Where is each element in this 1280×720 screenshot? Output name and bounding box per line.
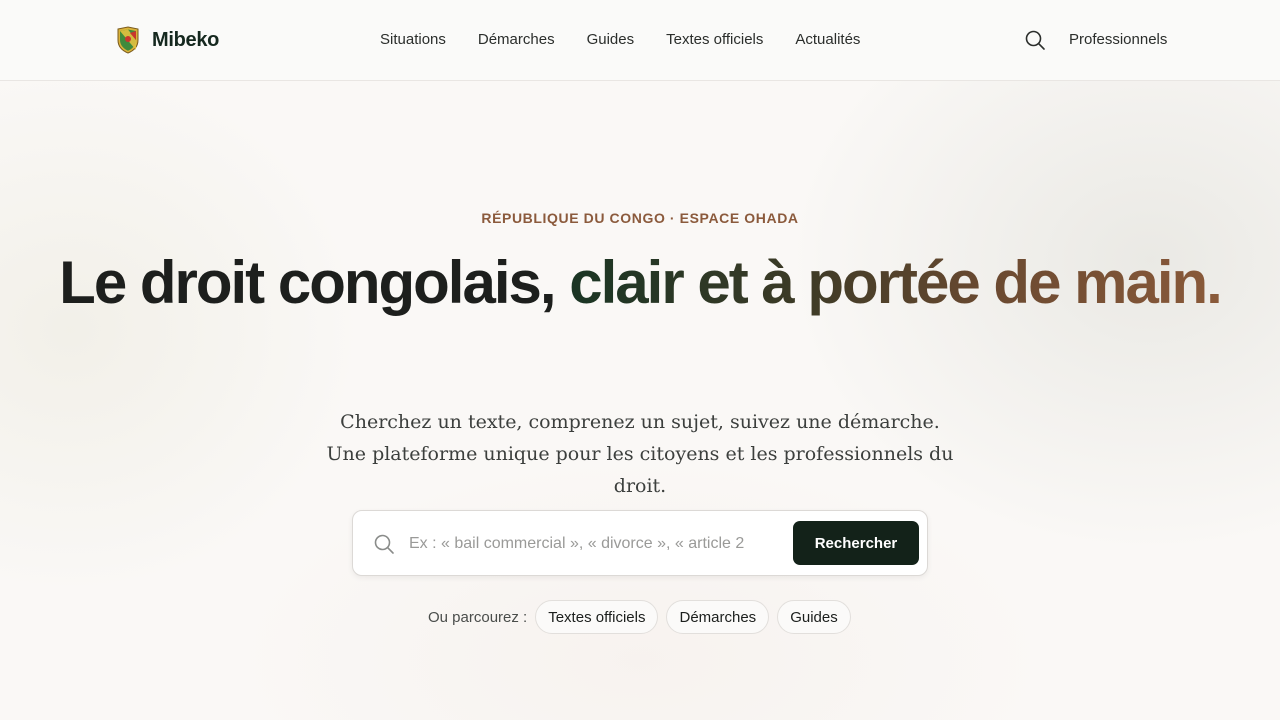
search-button[interactable]: Rechercher — [793, 521, 919, 565]
nav-actualites[interactable]: Actualités — [795, 30, 860, 50]
title-accent: clair et à portée de main. — [569, 249, 1223, 316]
brand-name: Mibeko — [152, 28, 220, 51]
search-icon[interactable] — [1024, 29, 1046, 51]
nav-situations[interactable]: Situations — [380, 30, 446, 50]
page-title: Le droit congolais, clair et à portée de… — [0, 250, 1280, 316]
browse-label: Ou parcourez : — [428, 608, 528, 626]
top-navbar: Mibeko Situations Démarches Guides Texte… — [0, 0, 1280, 81]
main-nav: Situations Démarches Guides Textes offic… — [380, 30, 892, 50]
chip-demarches[interactable]: Démarches — [666, 600, 770, 634]
search-box: Rechercher — [352, 510, 928, 576]
browse-shortcuts: Ou parcourez : Textes officiels Démarche… — [428, 600, 859, 634]
title-plain: Le droit congolais, — [59, 249, 570, 316]
nav-guides[interactable]: Guides — [587, 30, 635, 50]
search-icon — [373, 533, 395, 555]
hero-eyebrow: RÉPUBLIQUE DU CONGO · ESPACE OHADA — [481, 210, 799, 226]
chip-guides[interactable]: Guides — [777, 600, 851, 634]
nav-demarches[interactable]: Démarches — [478, 30, 555, 50]
search-input[interactable] — [409, 527, 769, 561]
coat-of-arms-icon — [116, 26, 140, 54]
brand-link[interactable]: Mibeko — [116, 25, 219, 55]
chip-textes-officiels[interactable]: Textes officiels — [535, 600, 659, 634]
professionnels-link[interactable]: Professionnels — [1069, 30, 1167, 50]
hero-lead: Cherchez un texte, comprenez un sujet, s… — [326, 411, 954, 497]
nav-textes-officiels[interactable]: Textes officiels — [666, 30, 763, 50]
